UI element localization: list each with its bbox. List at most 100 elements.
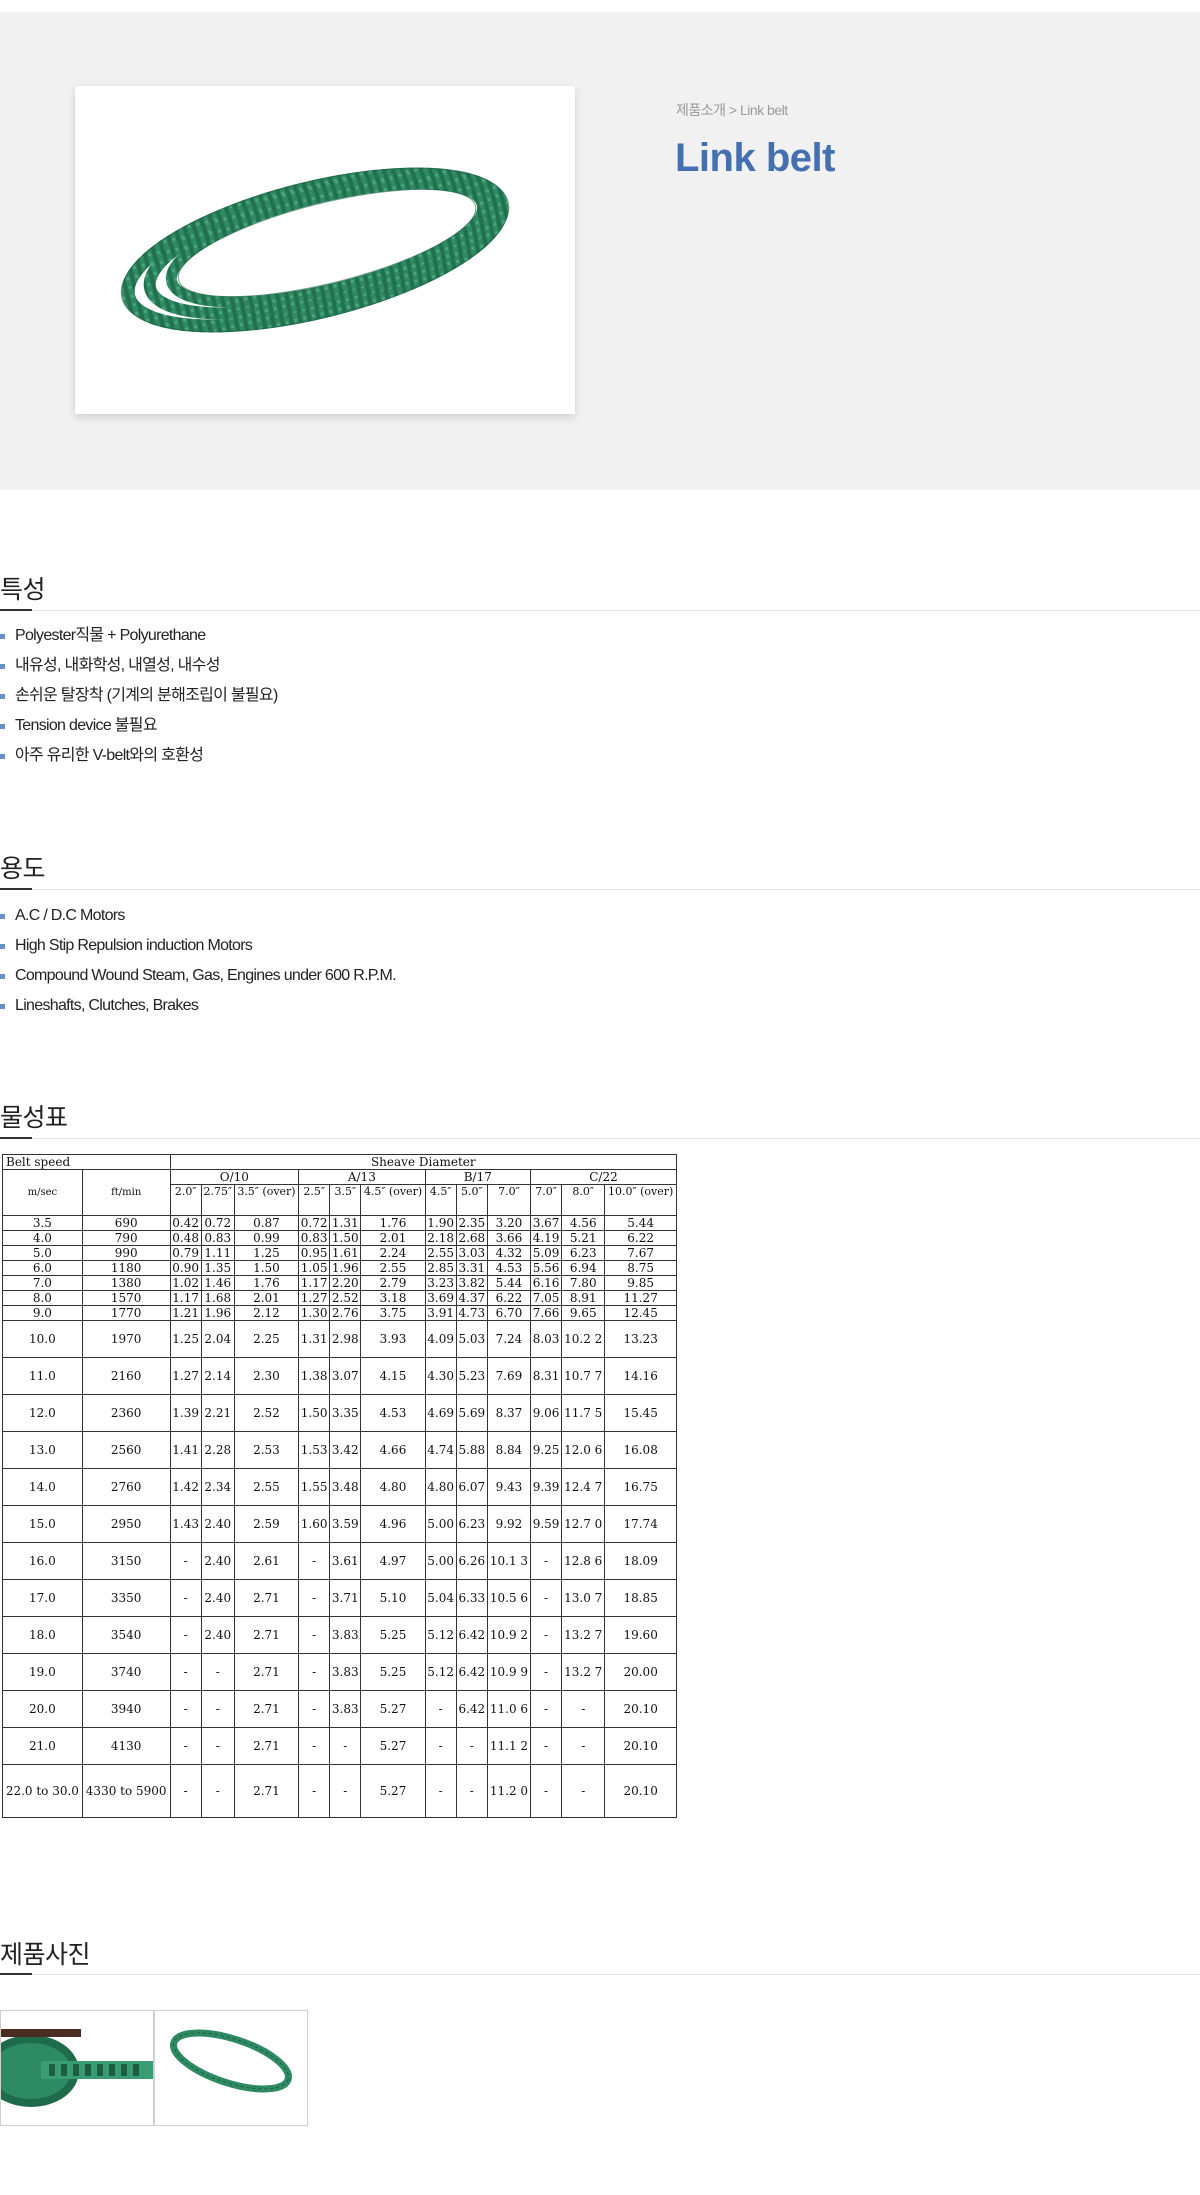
table-cell: 2.79 — [360, 1275, 426, 1291]
table-cell: 4.19 — [530, 1230, 563, 1246]
table-row: 12.0 2360 1.39 2.21 2.52 1.50 3.35 4.53 4.69 5.69… — [2, 1394, 677, 1432]
table-cell: 1.02 — [169, 1275, 202, 1291]
table-cell: 9.06 — [530, 1394, 563, 1432]
table-row: 8.0 1570 1.17 1.68 2.01 1.27 2.52 3.18 3.69 4.37 6… — [2, 1290, 677, 1306]
table-cell: 4.32 — [486, 1245, 532, 1261]
table-cell: 8.03 — [530, 1320, 563, 1358]
table-cell: 17.74 — [604, 1505, 677, 1543]
table-cell: 1.42 — [169, 1468, 202, 1506]
table-cell: 690 — [81, 1215, 171, 1231]
table-cell: 8.84 — [486, 1431, 532, 1469]
table-cell: 7.69 — [486, 1357, 532, 1395]
table-cell: 9.65 — [561, 1305, 606, 1321]
table-cell: - — [169, 1764, 202, 1818]
table-cell: - — [455, 1727, 488, 1765]
ms-column-header: m/sec — [2, 1169, 83, 1216]
sheave-size-header: 4.5″ — [424, 1184, 457, 1216]
table-cell: 11.27 — [604, 1290, 677, 1306]
ft-column-header: ft/min — [81, 1169, 171, 1216]
table-cell: 2.40 — [200, 1505, 235, 1543]
table-cell: 4.74 — [424, 1431, 457, 1469]
table-cell: 19.60 — [604, 1616, 677, 1654]
sheave-size-header: 5.0″ — [455, 1184, 488, 1216]
table-cell: 3350 — [81, 1579, 171, 1617]
table-cell: 12.4 7 — [561, 1468, 606, 1506]
table-cell: 1570 — [81, 1290, 171, 1306]
table-row: 10.0 1970 1.25 2.04 2.25 1.31 2.98 3.93 4.09 5.03… — [2, 1320, 677, 1358]
table-cell: 3.03 — [455, 1245, 488, 1261]
page-title: Link belt — [675, 136, 835, 180]
table-cell: 5.56 — [530, 1260, 563, 1276]
table-row: 13.0 2560 1.41 2.28 2.53 1.53 3.42 4.66 4.74 5.88… — [2, 1431, 677, 1469]
table-cell: - — [298, 1616, 331, 1654]
table-cell: 20.0 — [2, 1690, 83, 1728]
table-cell: 21.0 — [2, 1727, 83, 1765]
table-cell: 7.05 — [530, 1290, 563, 1306]
table-cell: 1.96 — [329, 1260, 362, 1276]
uses-list: A.C / D.C Motors High Stip Repulsion ind… — [0, 901, 397, 1021]
table-cell: 5.04 — [424, 1579, 457, 1617]
table-cell: - — [530, 1579, 563, 1617]
table-cell: 2.20 — [329, 1275, 362, 1291]
bullet-icon — [0, 914, 5, 919]
table-cell: 3.67 — [530, 1215, 563, 1231]
table-cell: 9.85 — [604, 1275, 677, 1291]
table-cell: 1.53 — [298, 1431, 331, 1469]
table-cell: 5.09 — [530, 1245, 563, 1261]
table-cell: 2.98 — [329, 1320, 362, 1358]
table-cell: 2160 — [81, 1357, 171, 1395]
table-cell: 2360 — [81, 1394, 171, 1432]
list-item: Lineshafts, Clutches, Brakes — [0, 991, 396, 1021]
table-cell: 9.92 — [486, 1505, 532, 1543]
table-cell: 2950 — [81, 1505, 171, 1543]
table-cell: 1380 — [81, 1275, 171, 1291]
sheave-size-header: 4.5″ (over) — [360, 1184, 426, 1216]
table-cell: 14.16 — [604, 1357, 677, 1395]
table-cell: 2.71 — [233, 1690, 300, 1728]
table-cell: 3.18 — [360, 1290, 426, 1306]
bullet-icon — [0, 664, 5, 669]
breadcrumb[interactable]: 제품소개 > Link belt — [676, 100, 788, 120]
table-cell: 13.23 — [604, 1320, 677, 1358]
table-cell: 3.61 — [329, 1542, 362, 1580]
table-cell: 4130 — [81, 1727, 171, 1765]
table-cell: - — [169, 1727, 202, 1765]
table-cell: 4.96 — [360, 1505, 426, 1543]
photos-heading: 제품사진 — [0, 1941, 91, 1969]
table-cell: 10.0 — [2, 1320, 83, 1358]
table-cell: 9.43 — [486, 1468, 532, 1506]
table-cell: 0.72 — [200, 1215, 235, 1231]
product-thumbnail-loop[interactable] — [154, 2010, 308, 2126]
sheave-size-header: 7.0″ — [486, 1184, 532, 1216]
sheave-size-header: 2.5″ — [298, 1184, 331, 1216]
table-cell: 16.0 — [2, 1542, 83, 1580]
table-cell: 1.50 — [233, 1260, 300, 1276]
table-cell: 4.69 — [424, 1394, 457, 1432]
link-belt-image — [120, 167, 510, 333]
table-cell: - — [169, 1579, 202, 1617]
table-cell: 4.53 — [486, 1260, 532, 1276]
product-thumbnail-roll[interactable] — [0, 2010, 154, 2126]
table-cell: 2.71 — [233, 1653, 300, 1691]
features-divider — [0, 609, 1200, 611]
table-cell: 5.44 — [486, 1275, 532, 1291]
table-cell: 6.26 — [455, 1542, 488, 1580]
table-cell: 5.25 — [360, 1653, 426, 1691]
table-cell: - — [530, 1616, 563, 1654]
table-cell: 6.94 — [561, 1260, 606, 1276]
product-main-image — [75, 86, 575, 414]
table-cell: 6.23 — [561, 1245, 606, 1261]
table-cell: 2.35 — [455, 1215, 488, 1231]
table-cell: 11.1 2 — [486, 1727, 532, 1765]
table-cell: 5.27 — [360, 1727, 426, 1765]
features-heading: 특성 — [0, 576, 46, 604]
table-row: 7.0 1380 1.02 1.46 1.76 1.17 2.20 2.79 3.23 3.82 5… — [2, 1275, 677, 1291]
group-header: B/17 — [424, 1169, 532, 1185]
table-cell: 11.0 — [2, 1357, 83, 1395]
table-cell: 3.48 — [329, 1468, 362, 1506]
table-cell: 2.68 — [455, 1230, 488, 1246]
list-item: Tension device 불필요 — [0, 711, 278, 741]
table-row: 9.0 1770 1.21 1.96 2.12 1.30 2.76 3.75 3.91 4.73 6… — [2, 1305, 677, 1321]
table-cell: 3.66 — [486, 1230, 532, 1246]
table-cell: 2.59 — [233, 1505, 300, 1543]
